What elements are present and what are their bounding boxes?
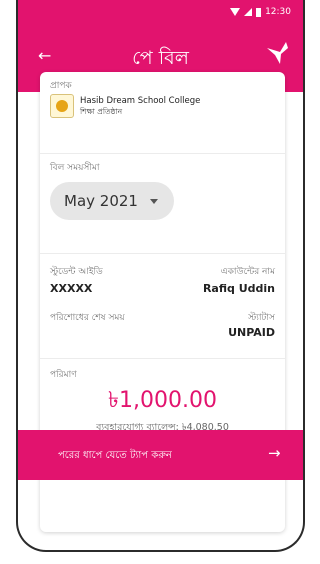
details-section: স্টুডেন্ট আইডি একাউন্টের নাম XXXXX Rafiq… xyxy=(40,254,285,359)
receiver-section: প্রাপক Hasib Dream School College শিক্ষা… xyxy=(40,72,285,154)
next-step-label: পরের ধাপে যেতে ট্যাপ করুন xyxy=(58,450,172,461)
student-id-label: স্টুডেন্ট আইডি xyxy=(50,267,103,277)
deadline-label: পরিশোধের শেষ সময় xyxy=(50,313,125,323)
status-time: 12:30 xyxy=(265,7,291,17)
status-label: স্ট্যাটাস xyxy=(248,313,275,323)
wifi-icon xyxy=(230,8,241,16)
phone-frame: 12:30 ← পে বিল প্রাপক Hasib Dream School… xyxy=(16,0,305,552)
signal-icon xyxy=(244,8,253,16)
bill-period-dropdown[interactable]: May 2021 xyxy=(50,182,174,220)
student-id-value: XXXXX xyxy=(50,282,93,295)
account-name-label: একাউন্টের নাম xyxy=(220,267,275,277)
school-logo-icon xyxy=(50,94,74,118)
status-bar: 12:30 xyxy=(230,4,291,20)
receiver-subtitle: শিক্ষা প্রতিষ্ঠান xyxy=(80,107,123,116)
receiver-name: Hasib Dream School College xyxy=(80,96,201,106)
next-step-button[interactable]: পরের ধাপে যেতে ট্যাপ করুন → xyxy=(18,430,303,480)
account-name-value: Rafiq Uddin xyxy=(202,282,275,295)
arrow-right-icon: → xyxy=(268,444,281,462)
chevron-down-icon xyxy=(150,199,158,204)
status-value: UNPAID xyxy=(228,326,275,339)
bill-period-value: May 2021 xyxy=(64,192,138,210)
amount-label: পরিমাণ xyxy=(50,370,77,380)
bird-icon xyxy=(267,42,288,64)
amount-value: ৳1,000.00 xyxy=(108,388,217,413)
bill-period-section: বিল সময়সীমা May 2021 xyxy=(40,154,285,254)
bill-period-label: বিল সময়সীমা xyxy=(50,163,100,173)
receiver-label: প্রাপক xyxy=(50,81,72,91)
battery-icon xyxy=(256,7,262,17)
